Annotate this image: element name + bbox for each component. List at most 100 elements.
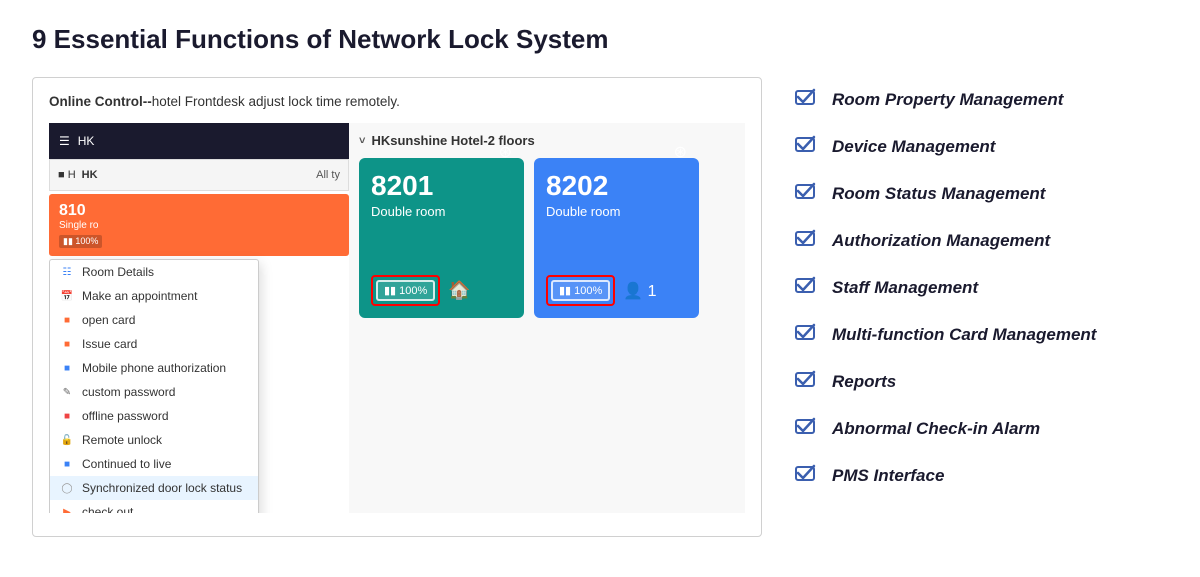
ui-mockup: ☰ HK ■ H HK All ty 810 Single ro ▮▮ 100% xyxy=(49,123,745,513)
wifi-icon-8202: ⊛ xyxy=(674,142,687,162)
mockup-right: ˅ HKsunshine Hotel-2 floors 8201 ⊛ Doubl… xyxy=(349,123,745,513)
caption-detail: hotel Frontdesk adjust lock time remotel… xyxy=(152,94,400,109)
feature-item-room-status: Room Status Management xyxy=(794,177,1168,210)
menu-label-custom-pass: custom password xyxy=(82,385,175,399)
feature-item-authorization: Authorization Management xyxy=(794,224,1168,257)
sync-icon: ◯ xyxy=(60,481,74,495)
feature-item-device: Device Management xyxy=(794,130,1168,163)
grid-icon: ☷ xyxy=(60,265,74,279)
feature-label-room-property: Room Property Management xyxy=(832,90,1063,110)
menu-label-room-details: Room Details xyxy=(82,265,154,279)
feature-item-reports: Reports xyxy=(794,365,1168,398)
menu-custom-pass[interactable]: ✎ custom password xyxy=(50,380,258,404)
features-list: Room Property Management Device Manageme… xyxy=(794,83,1168,492)
left-panel: Online Control--hotel Frontdesk adjust l… xyxy=(32,77,762,537)
menu-continued[interactable]: ■ Continued to live xyxy=(50,452,258,476)
feature-label-multifunction: Multi-function Card Management xyxy=(832,325,1096,345)
checkout-icon: ▶ xyxy=(60,505,74,513)
calendar-icon: 📅 xyxy=(60,289,74,303)
feature-item-abnormal: Abnormal Check-in Alarm xyxy=(794,412,1168,445)
big-rooms-grid: 8201 ⊛ Double room ▮▮ 100% 🏠 xyxy=(359,158,735,318)
menu-label-offline-pass: offline password xyxy=(82,409,169,423)
menu-label-remote-unlock: Remote unlock xyxy=(82,433,162,447)
mockup-left: ☰ HK ■ H HK All ty 810 Single ro ▮▮ 100% xyxy=(49,123,349,513)
dropdown-menu: ☷ Room Details 📅 Make an appointment ■ o… xyxy=(49,259,259,513)
big-room-num-8201: 8201 xyxy=(371,170,433,202)
big-battery-8202: ▮▮ 100% xyxy=(551,280,610,301)
room-num-810: 810 xyxy=(59,202,339,220)
main-content: Online Control--hotel Frontdesk adjust l… xyxy=(32,77,1168,537)
home-icon-8201: 🏠 xyxy=(448,280,470,301)
battery-810: ▮▮ 100% xyxy=(59,235,102,248)
feature-item-multifunction: Multi-function Card Management xyxy=(794,318,1168,351)
check-icon-staff xyxy=(794,271,822,304)
mockup-subheader: ■ H HK All ty xyxy=(49,159,349,191)
menu-label-continued: Continued to live xyxy=(82,457,171,471)
feature-label-staff: Staff Management xyxy=(832,278,978,298)
menu-room-details[interactable]: ☷ Room Details xyxy=(50,260,258,284)
wifi-icon-8201: ⊛ xyxy=(499,142,512,162)
open-card-icon: ■ xyxy=(60,313,74,327)
continued-icon: ■ xyxy=(60,457,74,471)
menu-label-mobile-auth: Mobile phone authorization xyxy=(82,361,226,375)
header-label: ☰ xyxy=(59,134,70,148)
check-icon-authorization xyxy=(794,224,822,257)
room-card-810: 810 Single ro ▮▮ 100% xyxy=(49,194,349,256)
mockup-header: ☰ HK xyxy=(49,123,349,159)
menu-label-sync-status: Synchronized door lock status xyxy=(82,481,242,495)
issue-card-icon: ■ xyxy=(60,337,74,351)
battery-outline-8201: ▮▮ 100% xyxy=(371,275,440,306)
feature-label-device: Device Management xyxy=(832,137,995,157)
unlock-icon: 🔓 xyxy=(60,433,74,447)
menu-open-card[interactable]: ■ open card xyxy=(50,308,258,332)
page-title: 9 Essential Functions of Network Lock Sy… xyxy=(32,24,1168,55)
offline-icon: ■ xyxy=(60,409,74,423)
mobile-icon: ■ xyxy=(60,361,74,375)
feature-label-reports: Reports xyxy=(832,372,896,392)
feature-item-pms: PMS Interface xyxy=(794,459,1168,492)
room-bottom-810: ▮▮ 100% xyxy=(59,235,339,248)
menu-mobile-auth[interactable]: ■ Mobile phone authorization xyxy=(50,356,258,380)
panel-caption: Online Control--hotel Frontdesk adjust l… xyxy=(49,94,745,109)
menu-issue-card[interactable]: ■ Issue card xyxy=(50,332,258,356)
big-room-8201: 8201 ⊛ Double room ▮▮ 100% 🏠 xyxy=(359,158,524,318)
feature-item-room-property: Room Property Management xyxy=(794,83,1168,116)
big-room-8202: 8202 ⊛ Double room ▮▮ 100% 👤 1 xyxy=(534,158,699,318)
menu-label-appointment: Make an appointment xyxy=(82,289,197,303)
feature-label-abnormal: Abnormal Check-in Alarm xyxy=(832,419,1040,439)
room-type-810: Single ro xyxy=(59,220,339,231)
subheader-alltype: All ty xyxy=(316,169,340,181)
check-icon-reports xyxy=(794,365,822,398)
menu-remote-unlock[interactable]: 🔓 Remote unlock xyxy=(50,428,258,452)
menu-appointment[interactable]: 📅 Make an appointment xyxy=(50,284,258,308)
people-icon-8202: 👤 1 xyxy=(623,281,656,301)
check-icon-abnormal xyxy=(794,412,822,445)
feature-label-pms: PMS Interface xyxy=(832,466,944,486)
chevron-icon: ˅ xyxy=(359,135,365,147)
menu-label-open-card: open card xyxy=(82,313,135,327)
menu-checkout[interactable]: ▶ check out xyxy=(50,500,258,513)
big-room-type-8201: Double room xyxy=(371,204,512,219)
right-panel: Room Property Management Device Manageme… xyxy=(794,77,1168,512)
check-icon-multifunction xyxy=(794,318,822,351)
big-room-bottom-8201: ▮▮ 100% 🏠 xyxy=(371,275,512,306)
feature-item-staff: Staff Management xyxy=(794,271,1168,304)
menu-offline-pass[interactable]: ■ offline password xyxy=(50,404,258,428)
big-room-type-8202: Double room xyxy=(546,204,687,219)
feature-label-room-status: Room Status Management xyxy=(832,184,1045,204)
menu-sync-status[interactable]: ◯ Synchronized door lock status xyxy=(50,476,258,500)
feature-label-authorization: Authorization Management xyxy=(832,231,1050,251)
check-icon-room-status xyxy=(794,177,822,210)
edit-icon: ✎ xyxy=(60,385,74,399)
caption-normal: Online Control-- xyxy=(49,94,152,109)
big-room-header-8201: 8201 ⊛ xyxy=(371,170,512,202)
big-room-num-8202: 8202 xyxy=(546,170,608,202)
check-icon-device xyxy=(794,130,822,163)
big-room-header-8202: 8202 ⊛ xyxy=(546,170,687,202)
subheader-hk: HK xyxy=(82,169,98,181)
check-icon-room-property xyxy=(794,83,822,116)
menu-label-issue-card: Issue card xyxy=(82,337,137,351)
big-battery-8201: ▮▮ 100% xyxy=(376,280,435,301)
menu-label-checkout: check out xyxy=(82,505,133,513)
check-icon-pms xyxy=(794,459,822,492)
